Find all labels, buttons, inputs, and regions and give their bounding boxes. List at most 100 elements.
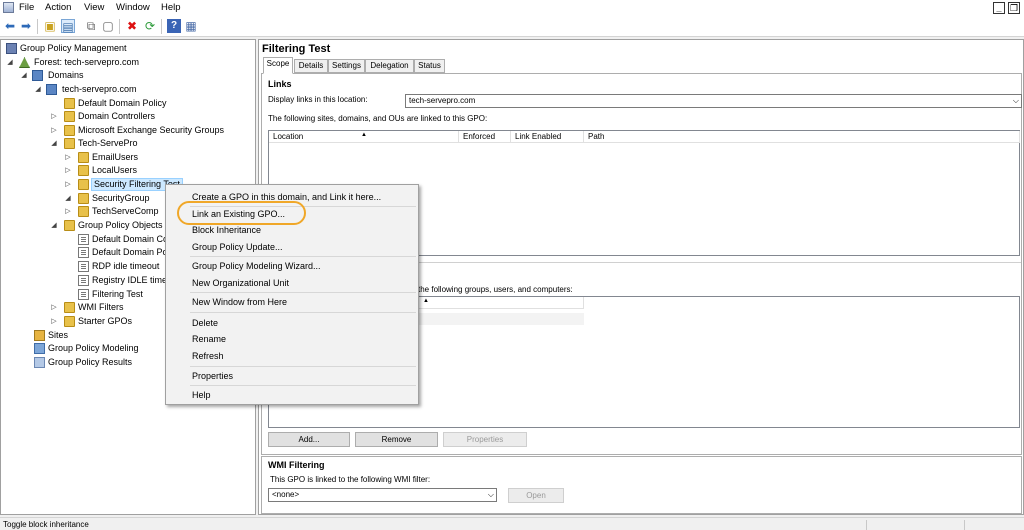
menu-item-rename[interactable]: Rename — [192, 332, 226, 346]
menu-item-block-inheritance[interactable]: Block Inheritance — [192, 223, 261, 237]
wmi-filter-dropdown[interactable]: <none> ⌵ — [268, 488, 497, 502]
expand-icon[interactable]: ▷ — [64, 164, 72, 177]
gpm-icon — [6, 43, 17, 54]
wmi-filter-value: <none> — [272, 490, 300, 499]
gpo-icon — [78, 289, 89, 300]
expand-icon[interactable]: ▷ — [64, 178, 72, 191]
menu-item-delete[interactable]: Delete — [192, 316, 218, 330]
linked-text: The following sites, domains, and OUs ar… — [268, 114, 488, 123]
minimize-button[interactable]: _ — [993, 2, 1005, 14]
tab-settings[interactable]: Settings — [328, 59, 365, 73]
gpo-container-icon — [64, 220, 75, 231]
restore-button[interactable]: ❐ — [1008, 2, 1020, 14]
menu-help[interactable]: Help — [161, 2, 181, 13]
toolbar: ⬅ ➡ ▣ ▤ ⧉ ▢ ✖ ⟳ ? ▦ — [0, 16, 1024, 37]
toolbar-separator — [161, 19, 162, 34]
menu-window[interactable]: Window — [116, 2, 150, 13]
tab-status[interactable]: Status — [414, 59, 445, 73]
open-button[interactable]: Open — [508, 488, 564, 503]
menu-separator — [190, 385, 416, 386]
display-links-label: Display links in this location: — [268, 95, 368, 104]
menu-item-properties[interactable]: Properties — [192, 369, 233, 383]
forward-arrow-icon[interactable]: ➡ — [19, 19, 33, 33]
ou-icon — [64, 138, 75, 149]
chevron-down-icon: ⌵ — [487, 490, 494, 499]
sites-icon — [34, 330, 45, 341]
menu-item-refresh[interactable]: Refresh — [192, 349, 224, 363]
list-row[interactable] — [419, 313, 584, 325]
results-icon — [34, 357, 45, 368]
refresh-icon[interactable]: ⟳ — [143, 19, 157, 33]
column-location[interactable]: Location ▲ — [269, 131, 459, 143]
gpo-icon — [78, 247, 89, 258]
forest-icon — [19, 57, 30, 68]
expand-icon[interactable]: ▷ — [50, 124, 58, 137]
collapse-icon[interactable]: ◢ — [64, 192, 72, 205]
menu-item-modeling-wizard[interactable]: Group Policy Modeling Wizard... — [192, 259, 321, 273]
gpo-icon — [78, 234, 89, 245]
wmi-panel — [261, 456, 1022, 514]
show-hide-tree-icon[interactable]: ▤ — [61, 19, 75, 34]
menu-item-help[interactable]: Help — [192, 388, 211, 402]
ou-icon — [78, 206, 89, 217]
menu-bar: File Action View Window Help _ ❐ — [0, 0, 1024, 16]
gpo-icon — [78, 275, 89, 286]
highlight-annotation — [177, 201, 306, 225]
status-divider — [866, 520, 867, 530]
column-link-enabled[interactable]: Link Enabled — [511, 131, 584, 143]
menu-separator — [190, 312, 416, 313]
tab-details[interactable]: Details — [294, 59, 328, 73]
modeling-icon — [34, 343, 45, 354]
menu-separator — [190, 366, 416, 367]
menu-item-gp-update[interactable]: Group Policy Update... — [192, 240, 283, 254]
ou-icon — [78, 165, 89, 176]
status-text: Toggle block inheritance — [3, 520, 89, 529]
add-button[interactable]: Add... — [268, 432, 350, 447]
ou-icon — [64, 111, 75, 122]
remove-button[interactable]: Remove — [355, 432, 438, 447]
properties-icon[interactable]: ▦ — [184, 19, 198, 33]
tab-scope[interactable]: Scope — [263, 57, 293, 74]
menu-view[interactable]: View — [84, 2, 104, 13]
collapse-icon[interactable]: ◢ — [50, 137, 58, 150]
tab-delegation[interactable]: Delegation — [365, 59, 414, 73]
column-enforced[interactable]: Enforced — [459, 131, 511, 143]
menu-separator — [190, 256, 416, 257]
paste-icon[interactable]: ▢ — [101, 19, 115, 33]
expand-icon[interactable]: ▷ — [64, 151, 72, 164]
chevron-down-icon: ⌵ — [1012, 96, 1019, 105]
menu-action[interactable]: Action — [45, 2, 71, 13]
delete-icon[interactable]: ✖ — [125, 19, 139, 33]
display-links-dropdown[interactable]: tech-servepro.com ⌵ — [405, 94, 1022, 108]
sort-ascending-icon: ▲ — [361, 132, 367, 138]
display-links-value: tech-servepro.com — [409, 96, 476, 105]
back-arrow-icon[interactable]: ⬅ — [3, 19, 17, 33]
collapse-icon[interactable]: ◢ — [50, 219, 58, 232]
up-folder-icon[interactable]: ▣ — [43, 19, 57, 33]
expand-icon[interactable]: ▷ — [50, 301, 58, 314]
wmi-folder-icon — [64, 302, 75, 313]
sort-ascending-icon: ▲ — [423, 298, 429, 304]
menu-item-new-window[interactable]: New Window from Here — [192, 295, 287, 309]
help-icon[interactable]: ? — [167, 19, 181, 33]
copy-icon[interactable]: ⧉ — [84, 19, 98, 33]
links-heading: Links — [268, 79, 292, 89]
menu-file[interactable]: File — [19, 2, 34, 13]
security-filter-text: the following groups, users, and compute… — [418, 285, 573, 294]
toolbar-separator — [37, 19, 38, 34]
wmi-heading: WMI Filtering — [268, 460, 325, 470]
menu-item-new-ou[interactable]: New Organizational Unit — [192, 276, 289, 290]
ou-icon — [64, 125, 75, 136]
collapse-icon[interactable]: ◢ — [6, 56, 14, 69]
expand-icon[interactable]: ▷ — [50, 315, 58, 328]
expand-icon[interactable]: ▷ — [64, 205, 72, 218]
status-divider — [964, 520, 965, 530]
column-path[interactable]: Path — [584, 131, 1020, 143]
collapse-icon[interactable]: ◢ — [34, 83, 42, 96]
starter-gpo-folder-icon — [64, 316, 75, 327]
domain-icon — [46, 84, 57, 95]
collapse-icon[interactable]: ◢ — [20, 69, 28, 82]
expand-icon[interactable]: ▷ — [50, 110, 58, 123]
properties-button[interactable]: Properties — [443, 432, 527, 447]
gpo-icon — [78, 261, 89, 272]
